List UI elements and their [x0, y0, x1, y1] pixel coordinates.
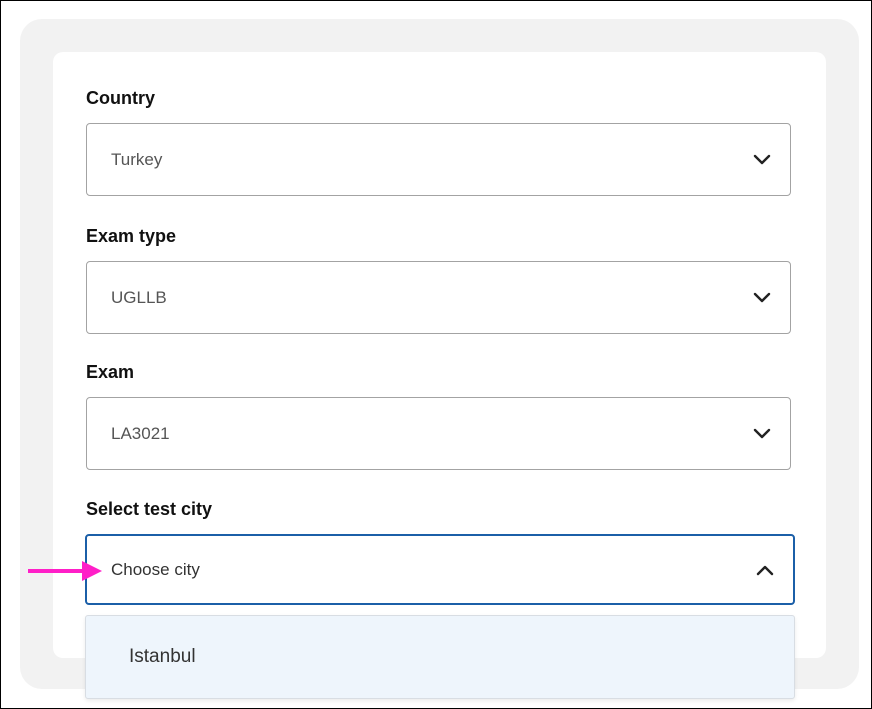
test-city-dropdown-list: Istanbul — [85, 615, 795, 699]
exam-type-selected-value: UGLLB — [111, 287, 167, 307]
test-city-select[interactable]: Choose city — [85, 534, 795, 605]
test-city-label: Select test city — [86, 499, 213, 519]
city-option-istanbul[interactable]: Istanbul — [86, 616, 794, 698]
exam-selected-value: LA3021 — [111, 423, 170, 443]
chevron-up-icon — [756, 565, 774, 575]
country-select[interactable]: Turkey — [86, 123, 791, 196]
chevron-down-icon — [753, 154, 771, 164]
test-city-placeholder: Choose city — [111, 559, 200, 579]
exam-type-select[interactable]: UGLLB — [86, 261, 791, 334]
pointer-arrow-icon — [28, 561, 102, 581]
country-selected-value: Turkey — [111, 149, 163, 169]
city-option-label: Istanbul — [129, 646, 196, 667]
exam-select[interactable]: LA3021 — [86, 397, 791, 470]
chevron-down-icon — [753, 428, 771, 438]
screenshot-frame: Country Turkey Exam type UGLLB Exam LA30… — [0, 0, 872, 709]
exam-label: Exam — [86, 362, 135, 382]
country-label: Country — [86, 88, 155, 108]
exam-type-label: Exam type — [86, 226, 177, 246]
chevron-down-icon — [753, 292, 771, 302]
